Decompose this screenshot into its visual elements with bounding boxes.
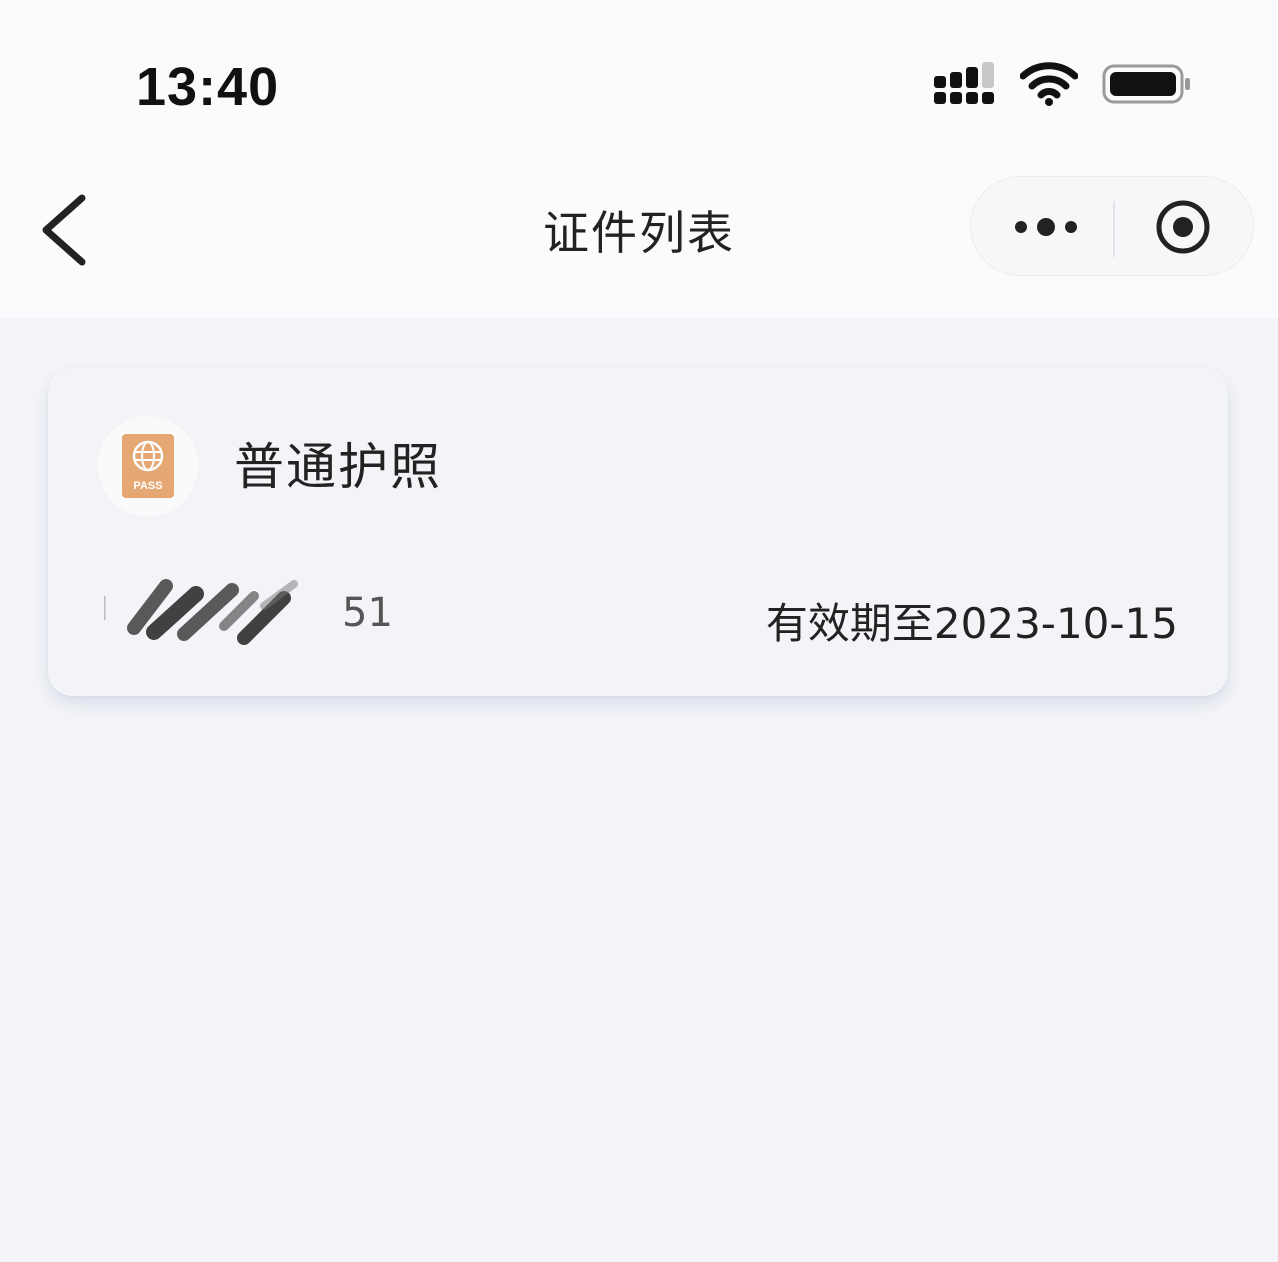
close-mini-program-button[interactable] <box>1117 177 1255 277</box>
expiry-date: 有效期至2023-10-15 <box>765 599 1178 648</box>
wifi-icon <box>1020 62 1078 106</box>
page-title: 证件列表 <box>543 206 735 260</box>
mini-program-capsule <box>970 176 1254 276</box>
card-title: 普通护照 <box>234 438 442 496</box>
passport-icon: PASS <box>122 434 174 498</box>
more-dots-icon <box>1015 218 1077 236</box>
passport-card[interactable]: PASS 普通护照 51 有效期至2023-10-15 <box>48 368 1228 696</box>
signal-icon <box>934 62 994 104</box>
status-time: 13:40 <box>136 57 280 117</box>
passport-icon-text: PASS <box>133 480 162 492</box>
redaction-scribble <box>102 579 298 645</box>
battery-icon <box>1102 64 1190 104</box>
top-bar: 13:40 证件列表 <box>0 0 1278 318</box>
document-number-redacted: 51 <box>102 576 393 648</box>
more-button[interactable] <box>971 177 1113 277</box>
screen: 13:40 证件列表 PASS 普通护照 51 有效期至2023-10-15 <box>0 0 1278 1262</box>
capsule-divider <box>1113 201 1115 257</box>
chevron-left-icon <box>42 194 86 266</box>
target-circle-icon <box>1156 200 1210 254</box>
back-button[interactable] <box>30 190 100 270</box>
passport-icon-container: PASS <box>98 416 198 516</box>
document-number-suffix: 51 <box>342 590 393 636</box>
